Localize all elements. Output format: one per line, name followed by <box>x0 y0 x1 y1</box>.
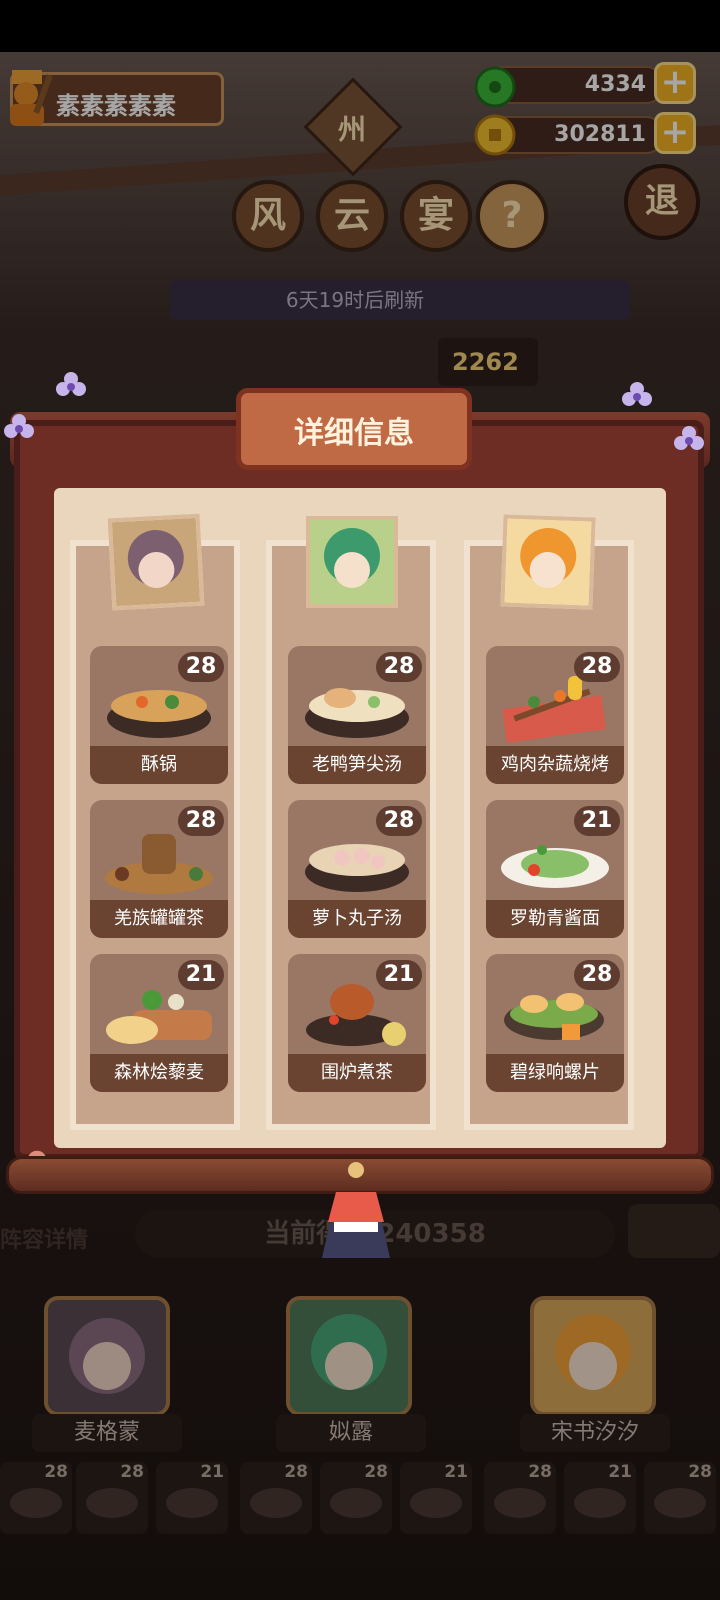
dish-card[interactable]: 21 森林烩藜麦 <box>90 954 228 1092</box>
dish-count-badge: 28 <box>178 806 224 836</box>
dish-count-badge: 21 <box>574 806 620 836</box>
dish-card[interactable]: 21 罗勒青酱面 <box>486 800 624 938</box>
status-bar <box>0 0 720 52</box>
dish-count-badge: 21 <box>178 960 224 990</box>
dish-count-badge: 28 <box>376 652 422 682</box>
dish-count-badge: 28 <box>574 960 620 990</box>
dish-card[interactable]: 28 碧绿响螺片 <box>486 954 624 1092</box>
tassel-icon <box>322 1162 390 1258</box>
dish-name: 鸡肉杂蔬烧烤 <box>486 746 624 784</box>
flower-icon <box>674 426 704 450</box>
hero-portrait-2 <box>306 516 398 608</box>
dish-image <box>501 845 609 888</box>
flower-icon <box>56 372 86 396</box>
modal-title: 详细信息 <box>294 416 414 451</box>
dish-image <box>107 690 211 738</box>
dish-name: 森林烩藜麦 <box>90 1054 228 1092</box>
dish-image <box>305 844 409 892</box>
dish-image <box>105 834 213 894</box>
dish-image <box>306 984 406 1046</box>
dish-name: 罗勒青酱面 <box>486 900 624 938</box>
hero-face-icon <box>111 517 201 607</box>
flower-icon <box>4 414 34 438</box>
dish-name: 萝卜丸子汤 <box>288 900 426 938</box>
dish-name: 老鸭笋尖汤 <box>288 746 426 784</box>
hero-portrait-3 <box>500 514 596 610</box>
flower-icon <box>622 382 652 406</box>
hero-face-icon <box>310 520 394 604</box>
dish-image <box>504 993 604 1040</box>
hero-face-icon <box>504 518 592 606</box>
dish-card[interactable]: 28 萝卜丸子汤 <box>288 800 426 938</box>
dish-count-badge: 28 <box>574 652 620 682</box>
dish-name: 碧绿响螺片 <box>486 1054 624 1092</box>
dish-name: 酥锅 <box>90 746 228 784</box>
dish-name: 围炉煮茶 <box>288 1054 426 1092</box>
dish-card[interactable]: 28 羌族罐罐茶 <box>90 800 228 938</box>
dish-count-badge: 21 <box>376 960 422 990</box>
dish-image <box>305 688 409 738</box>
dish-card[interactable]: 28 老鸭笋尖汤 <box>288 646 426 784</box>
dish-name: 羌族罐罐茶 <box>90 900 228 938</box>
dish-card[interactable]: 28 鸡肉杂蔬烧烤 <box>486 646 624 784</box>
dish-count-badge: 28 <box>376 806 422 836</box>
dish-card[interactable]: 28 酥锅 <box>90 646 228 784</box>
dish-image <box>106 990 212 1044</box>
hero-portrait-1 <box>107 513 205 611</box>
dish-card[interactable]: 21 围炉煮茶 <box>288 954 426 1092</box>
dish-count-badge: 28 <box>178 652 224 682</box>
dish-image <box>502 676 606 742</box>
